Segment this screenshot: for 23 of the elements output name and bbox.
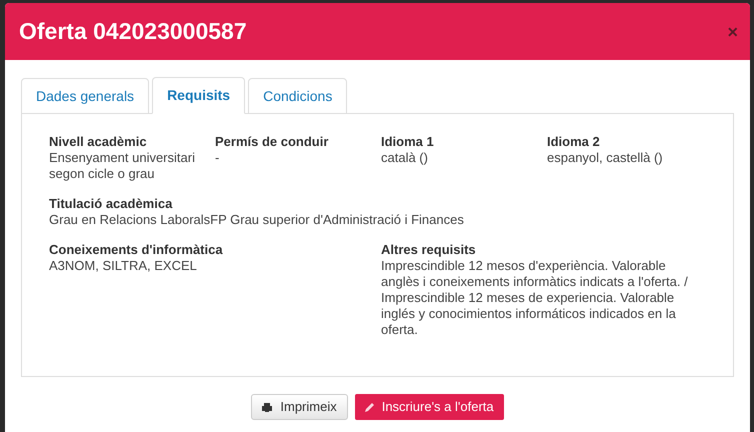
field-label: Idioma 1 <box>381 134 435 150</box>
tab[interactable]: Condicions <box>248 78 348 114</box>
field-label: Idioma 2 <box>547 134 601 150</box>
pencil-icon <box>364 402 374 412</box>
field-label: Nivell acadèmic <box>49 134 148 150</box>
field-value: Imprescindible 12 mesos d'experiència. Valorable anglès i coneixements informàtics indicats a l'oferta. / Imprescindible 12 meses de experiencia. Valorable inglés y conocimientos informáticos indicados en la oferta. <box>381 258 689 338</box>
field-label: Titulació acadèmica <box>49 196 174 212</box>
close-button[interactable]: × <box>727 22 738 40</box>
printer-icon <box>262 402 272 412</box>
field-label: Coneixements d'informàtica <box>49 242 224 258</box>
dialog-title: Oferta 042023000587 <box>19 17 247 46</box>
tab[interactable]: Dades generals <box>21 78 150 114</box>
field-label: Permís de conduir <box>215 134 330 150</box>
apply-button[interactable]: Inscriure's a l'oferta <box>354 394 504 420</box>
field-value: - <box>215 150 220 166</box>
field-value: A3NOM, SILTRA, EXCEL <box>49 258 198 274</box>
field-value: Ensenyament universitari segon cicle o grau <box>49 150 196 182</box>
field-value: Grau en Relacions LaboralsFP Grau superior d'Administració i Finances <box>49 212 465 228</box>
field-value: espanyol, castellà () <box>547 150 664 166</box>
tab[interactable]: Requisits <box>152 77 246 114</box>
field-value: català () <box>381 150 429 166</box>
print-button[interactable]: Imprimeix <box>251 394 348 420</box>
field-label: Altres requisits <box>381 242 477 258</box>
